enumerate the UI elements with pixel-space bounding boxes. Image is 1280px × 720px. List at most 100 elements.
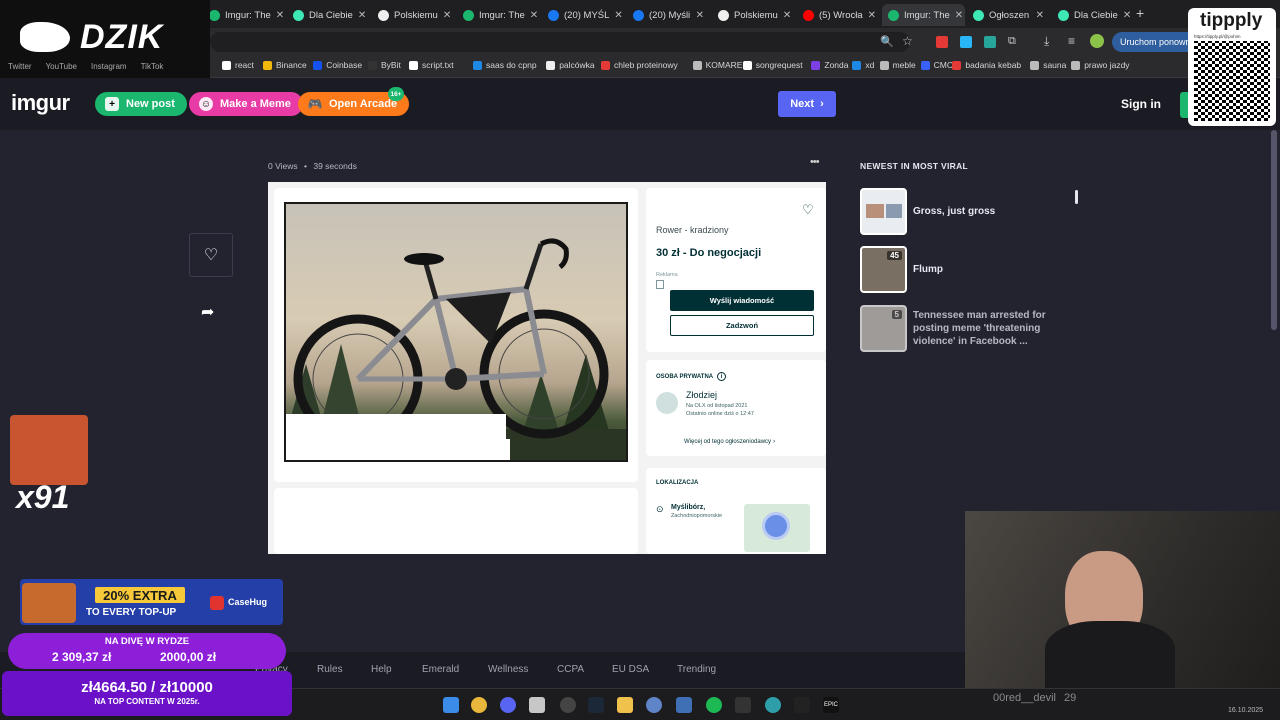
info-icon[interactable]: i xyxy=(717,372,727,381)
viral-item[interactable]: 45 Flump xyxy=(860,246,1063,293)
bookmark-label: saas do cpnp xyxy=(486,60,537,70)
tipply-url: https://tipply.pl/@pohim xyxy=(1194,34,1241,39)
profile-avatar[interactable] xyxy=(1090,34,1104,48)
bookmark-star-icon[interactable]: ☆ xyxy=(902,34,913,48)
viral-item[interactable]: 5 Tennessee man arrested for posting mem… xyxy=(860,305,1063,352)
footer-link[interactable]: Wellness xyxy=(488,664,528,675)
listing-info-panel: ♡ Rower - kradziony 30 zł - Do negocjacj… xyxy=(646,188,826,352)
extension-icon[interactable] xyxy=(960,36,972,48)
steam-icon[interactable] xyxy=(588,697,604,713)
browser-tab[interactable]: Imgur: The ✕ xyxy=(203,4,283,26)
make-meme-button[interactable]: ☺ Make a Meme xyxy=(189,92,303,116)
location-map[interactable] xyxy=(744,504,810,552)
browser-icon[interactable] xyxy=(765,697,781,713)
viral-item[interactable]: Gross, just gross xyxy=(860,188,1063,235)
obs-icon[interactable] xyxy=(560,697,576,713)
folder-icon[interactable] xyxy=(617,697,633,713)
browser-tab[interactable]: Polskiemu ✕ xyxy=(712,4,795,26)
footer-link[interactable]: Emerald xyxy=(422,664,459,675)
bookmark-icon xyxy=(852,60,862,70)
bookmark-item[interactable]: xd xyxy=(852,60,874,70)
heart-outline-icon[interactable]: ♡ xyxy=(802,202,814,218)
send-message-button[interactable]: Wyślij wiadomość xyxy=(670,290,814,311)
more-ads-link[interactable]: Więcej od tego ogłoszeniodawcy › xyxy=(684,439,775,445)
browser-tab[interactable]: Dla Ciebie ✕ xyxy=(287,4,370,26)
browser-tab[interactable]: Polskiemu ✕ xyxy=(372,4,455,26)
bookmark-item[interactable]: react xyxy=(222,60,254,70)
browser-tab[interactable]: Imgur: The ✕ xyxy=(457,4,540,26)
bookmark-item[interactable]: ByBit xyxy=(368,60,401,70)
browser-tab[interactable]: Ogłoszen ✕ xyxy=(967,4,1050,26)
discord-icon[interactable] xyxy=(500,697,516,713)
bookmark-item[interactable]: saas do cpnp xyxy=(473,60,537,70)
new-tab-button[interactable]: + xyxy=(1136,5,1144,21)
bookmark-item[interactable]: KOMAREK xyxy=(692,60,748,70)
browser-tab[interactable]: Dla Ciebie ✕ xyxy=(1052,4,1135,26)
close-tab-icon[interactable]: ✕ xyxy=(443,10,451,21)
bookmark-item[interactable]: script.txt xyxy=(409,60,454,70)
next-button[interactable]: Next › xyxy=(778,91,836,117)
bookmark-item[interactable]: songrequest xyxy=(742,60,803,70)
sign-in-link[interactable]: Sign in xyxy=(1121,97,1161,111)
favorite-heart-button[interactable]: ♡ xyxy=(189,233,233,277)
bookmark-item[interactable]: Binance xyxy=(263,60,307,70)
close-tab-icon[interactable]: ✕ xyxy=(1123,10,1131,21)
redaction-block xyxy=(486,439,510,460)
close-tab-icon[interactable]: ✕ xyxy=(868,10,876,21)
browser-tab[interactable]: Imgur: The ✕ xyxy=(882,4,965,26)
report-flag-icon[interactable] xyxy=(656,280,664,289)
seller-name: Złodziej xyxy=(686,390,718,400)
browser-tab[interactable]: (5) Wrocła ✕ xyxy=(797,4,880,26)
bookmark-item[interactable]: Coinbase xyxy=(313,60,362,70)
terminal-icon[interactable] xyxy=(735,697,751,713)
zoom-icon[interactable]: 🔍 xyxy=(880,35,894,48)
spotify-icon[interactable] xyxy=(706,697,722,713)
extensions-puzzle-icon[interactable]: ⧉ xyxy=(1008,35,1016,48)
bookmark-item[interactable]: badania kebab xyxy=(952,60,1021,70)
close-tab-icon[interactable]: ✕ xyxy=(358,10,366,21)
footer-link[interactable]: Rules xyxy=(317,664,343,675)
boar-icon xyxy=(20,22,70,52)
browser-tab[interactable]: (20) Myśli ✕ xyxy=(627,4,710,26)
sidebar-scrollbar[interactable] xyxy=(1075,190,1078,204)
close-tab-icon[interactable]: ✕ xyxy=(1036,10,1044,21)
viral-thumbnail: 5 xyxy=(860,305,907,352)
close-tab-icon[interactable]: ✕ xyxy=(530,10,538,21)
download-icon[interactable]: ⤓ xyxy=(1044,34,1049,49)
imgur-logo[interactable]: imgur xyxy=(11,90,70,116)
page-scrollbar[interactable] xyxy=(1271,130,1277,330)
more-options-icon[interactable]: ••• xyxy=(810,156,820,168)
bookmark-item[interactable]: chleb proteinowy xyxy=(601,60,678,70)
bookmark-item[interactable]: palcówka xyxy=(546,60,595,70)
bookmark-item[interactable]: prawo jazdy xyxy=(1071,60,1130,70)
app-icon[interactable] xyxy=(529,697,545,713)
close-tab-icon[interactable]: ✕ xyxy=(696,10,704,21)
footer-link[interactable]: CCPA xyxy=(557,664,584,675)
bookmark-item[interactable]: Zonda xyxy=(811,60,849,70)
bookmark-item[interactable]: sauna xyxy=(1030,60,1066,70)
bookmark-item[interactable]: CMC xyxy=(920,60,953,70)
footer-link[interactable]: Help xyxy=(371,664,392,675)
close-tab-icon[interactable]: ✕ xyxy=(783,10,791,21)
extension-icon[interactable] xyxy=(936,36,948,48)
close-tab-icon[interactable]: ✕ xyxy=(614,10,622,21)
url-field[interactable] xyxy=(210,32,910,52)
new-post-button[interactable]: + New post xyxy=(95,92,187,116)
close-tab-icon[interactable]: ✕ xyxy=(955,10,963,21)
extension-icon[interactable] xyxy=(984,36,996,48)
windows-start-icon[interactable] xyxy=(443,697,459,713)
close-tab-icon[interactable]: ✕ xyxy=(276,10,283,21)
chrome-icon[interactable] xyxy=(471,697,487,713)
app-icon[interactable] xyxy=(676,697,692,713)
browser-tab[interactable]: (20) MYŚL ✕ xyxy=(542,4,625,26)
footer-link[interactable]: EU DSA xyxy=(612,664,649,675)
footer-link[interactable]: Trending xyxy=(677,664,716,675)
post-age: 39 seconds xyxy=(313,161,357,171)
reading-list-icon[interactable]: ≡ xyxy=(1068,34,1075,48)
app-icon[interactable] xyxy=(794,697,810,713)
share-arrow-icon[interactable]: ➦ xyxy=(201,302,214,322)
epic-games-icon[interactable]: EPIC xyxy=(823,697,839,713)
ccleaner-icon[interactable] xyxy=(646,697,662,713)
bookmark-item[interactable]: meble xyxy=(879,60,916,70)
call-button[interactable]: Zadzwoń xyxy=(670,315,814,336)
